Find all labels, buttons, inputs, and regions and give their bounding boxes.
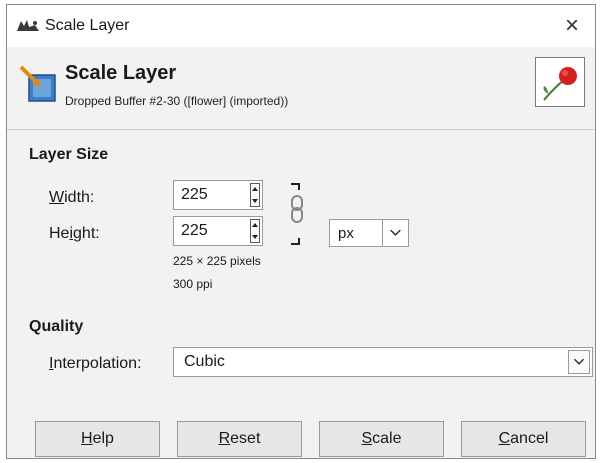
scale-layer-icon <box>19 65 56 102</box>
height-stepper[interactable] <box>250 219 260 243</box>
dialog-header: Scale Layer Dropped Buffer #2-30 ([flowe… <box>7 47 595 125</box>
width-label: Width: <box>49 189 95 206</box>
window-title: Scale Layer <box>45 17 130 34</box>
close-icon[interactable]: × <box>559 13 585 39</box>
height-value[interactable]: 225 <box>181 222 208 240</box>
width-value[interactable]: 225 <box>181 186 208 204</box>
decrement-icon[interactable] <box>252 235 258 239</box>
unit-selector[interactable]: px <box>329 219 409 247</box>
interpolation-label: Interpolation: <box>49 355 142 372</box>
cancel-button[interactable]: Cancel <box>461 421 586 457</box>
decrement-icon[interactable] <box>252 199 258 203</box>
chevron-down-icon[interactable] <box>568 350 590 374</box>
resolution-info: 300 ppi <box>173 277 213 291</box>
flower-thumbnail <box>543 67 577 101</box>
increment-icon[interactable] <box>252 187 258 191</box>
scale-button[interactable]: Scale <box>319 421 444 457</box>
interpolation-select[interactable]: Cubic <box>173 347 593 377</box>
gimp-wilber-icon <box>17 20 39 31</box>
interpolation-value: Cubic <box>184 353 225 370</box>
title-bar: Scale Layer × <box>7 5 595 47</box>
increment-icon[interactable] <box>252 223 258 227</box>
unit-value: px <box>338 225 354 242</box>
quality-heading: Quality <box>29 318 84 335</box>
header-separator <box>7 129 595 130</box>
layer-preview <box>535 57 585 107</box>
reset-button[interactable]: Reset <box>177 421 302 457</box>
layer-name: Dropped Buffer #2-30 ([flower] (imported… <box>65 94 289 108</box>
scale-layer-dialog: Scale Layer × Scale Layer Dropped Buffer… <box>6 4 596 459</box>
pixel-dimensions: 225 × 225 pixels <box>173 254 261 268</box>
width-stepper[interactable] <box>250 183 260 207</box>
width-spinbutton[interactable]: 225 <box>173 180 263 210</box>
chain-link-icon[interactable] <box>287 180 307 250</box>
layer-size-heading: Layer Size <box>29 146 109 163</box>
header-title: Scale Layer <box>65 62 177 84</box>
height-label: Height: <box>49 225 100 242</box>
height-spinbutton[interactable]: 225 <box>173 216 263 246</box>
chevron-down-icon[interactable] <box>382 220 408 246</box>
help-button[interactable]: Help <box>35 421 160 457</box>
